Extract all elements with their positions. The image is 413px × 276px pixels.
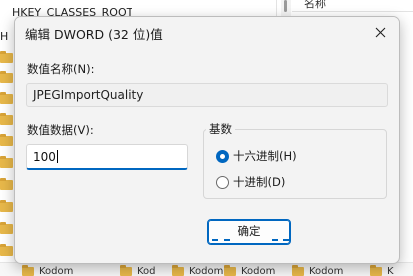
focus-indicator bbox=[283, 239, 289, 241]
list-item[interactable]: K bbox=[370, 265, 394, 276]
folder-icon bbox=[224, 265, 236, 276]
radio-decimal[interactable]: 十进制(D) bbox=[216, 174, 285, 190]
list-item[interactable]: Kodom bbox=[292, 265, 344, 276]
folder-icon bbox=[22, 265, 34, 276]
list-item[interactable]: Kodom bbox=[22, 265, 74, 276]
folder-icon bbox=[0, 222, 13, 234]
tree-node-label: H bbox=[0, 30, 9, 43]
folder-icon bbox=[0, 200, 13, 212]
focus-indicator bbox=[224, 239, 230, 241]
close-icon bbox=[375, 27, 385, 37]
scrollbar-thumb[interactable] bbox=[284, 0, 287, 12]
folder-icon bbox=[0, 92, 13, 104]
focus-indicator bbox=[212, 239, 218, 241]
folder-icon bbox=[120, 265, 132, 276]
folder-icon bbox=[0, 51, 13, 63]
folder-icon bbox=[0, 156, 13, 168]
value-data-label: 数值数据(V): bbox=[27, 123, 94, 137]
bottom-folder-strip: Kodom Kod Kodom Kodom Kodom K bbox=[0, 262, 413, 276]
folder-icon bbox=[0, 178, 13, 190]
list-item-label: Kodom bbox=[241, 266, 276, 276]
folder-icon bbox=[370, 265, 382, 276]
folder-icon bbox=[172, 265, 184, 276]
close-button[interactable] bbox=[369, 22, 391, 42]
edit-dword-dialog: 编辑 DWORD (32 位)值 数值名称(N): JPEGImportQual… bbox=[14, 16, 400, 264]
radio-hexadecimal[interactable]: 十六进制(H) bbox=[216, 148, 297, 164]
value-data-text: 100 bbox=[33, 150, 56, 164]
radio-button-checked[interactable] bbox=[216, 149, 229, 163]
list-item-label: Kodom bbox=[189, 266, 224, 276]
list-item-label: Kod bbox=[137, 266, 156, 276]
folder-icon bbox=[0, 244, 13, 256]
list-item[interactable]: Kodom bbox=[172, 265, 224, 276]
list-item[interactable]: Kodom bbox=[224, 265, 276, 276]
list-item[interactable]: Kod bbox=[120, 265, 156, 276]
list-item-label: K bbox=[387, 266, 394, 276]
folder-icon bbox=[292, 265, 304, 276]
folder-icon bbox=[0, 134, 13, 146]
ok-button[interactable]: 确定 bbox=[207, 219, 291, 245]
column-header-label: 名称 bbox=[304, 0, 326, 10]
dialog-title: 编辑 DWORD (32 位)值 bbox=[25, 27, 163, 42]
column-header-name[interactable]: 名称 bbox=[292, 0, 413, 12]
value-data-input[interactable]: 100 bbox=[26, 144, 188, 170]
ok-button-label: 确定 bbox=[237, 224, 261, 238]
folder-icon bbox=[0, 113, 13, 125]
value-name-field: JPEGImportQuality bbox=[26, 83, 388, 107]
value-name-label: 数值名称(N): bbox=[27, 62, 95, 76]
focus-indicator bbox=[272, 239, 278, 241]
dialog-titlebar[interactable]: 编辑 DWORD (32 位)值 bbox=[15, 17, 399, 47]
radio-button[interactable] bbox=[216, 175, 229, 189]
list-item-label: Kodom bbox=[309, 266, 344, 276]
radio-decimal-label: 十进制(D) bbox=[233, 175, 286, 189]
text-caret bbox=[56, 150, 58, 163]
folder-icon bbox=[0, 71, 13, 83]
base-group-title: 基数 bbox=[206, 121, 235, 137]
list-item-label: Kodom bbox=[39, 266, 74, 276]
radio-hexadecimal-label: 十六进制(H) bbox=[233, 149, 297, 163]
